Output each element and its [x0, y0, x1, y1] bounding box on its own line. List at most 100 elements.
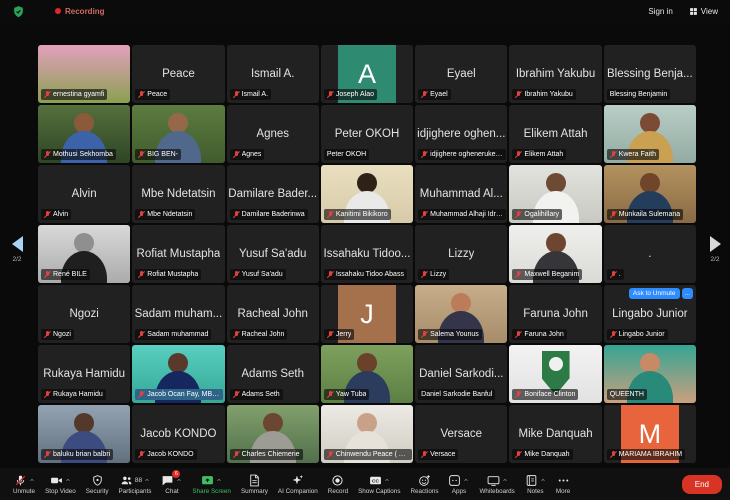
- chevron-up-icon[interactable]: [65, 477, 71, 483]
- chevron-up-icon[interactable]: [29, 477, 35, 483]
- participant-tile[interactable]: VersaceVersace: [415, 405, 507, 463]
- participant-label-text: ernestina gyamfi: [53, 90, 104, 99]
- share-screen-button[interactable]: Share Screen: [192, 473, 231, 495]
- participant-tile[interactable]: Maxwell Beganim: [509, 225, 601, 283]
- participant-tile[interactable]: EyaelEyael: [415, 45, 507, 103]
- participant-tile[interactable]: Rofiat MustaphaRofiat Mustapha: [132, 225, 224, 283]
- participant-tile[interactable]: Charles Chiemerie: [227, 405, 319, 463]
- previous-page-arrow-icon[interactable]: [12, 236, 23, 252]
- participant-tile[interactable]: René BILE: [38, 225, 130, 283]
- participant-tile[interactable]: Sadam muham...Sadam muhammad: [132, 285, 224, 343]
- participant-tile[interactable]: ..: [604, 225, 696, 283]
- participant-label-text: Alvin: [53, 210, 68, 219]
- person-silhouette-head: [357, 173, 377, 193]
- whiteboards-button[interactable]: Whiteboards: [479, 473, 514, 495]
- chevron-up-icon[interactable]: [144, 477, 150, 483]
- participant-label: Yaw Tuba: [324, 389, 370, 400]
- reactions-button[interactable]: Reactions: [410, 473, 438, 495]
- participants-button[interactable]: 88Participants: [119, 473, 152, 495]
- previous-page-control[interactable]: 2/2: [4, 236, 30, 263]
- ai-companion-button[interactable]: AI Companion: [278, 473, 318, 495]
- muted-mic-icon: [610, 330, 617, 339]
- participant-tile[interactable]: QUEENTH: [604, 345, 696, 403]
- security-button[interactable]: Security: [86, 473, 109, 495]
- participant-tile[interactable]: AlvinAlvin: [38, 165, 130, 223]
- participant-label: Lingabo Junior: [607, 329, 668, 340]
- toolbar-item-label: Chat: [165, 488, 178, 495]
- participant-label-text: Rukaya Hamidu: [53, 390, 103, 399]
- chevron-up-icon[interactable]: [176, 477, 182, 483]
- participant-tile[interactable]: Faruna JohnFaruna John: [509, 285, 601, 343]
- participant-tile[interactable]: Kwera Faith: [604, 105, 696, 163]
- chevron-up-icon[interactable]: [540, 477, 546, 483]
- sign-in-button[interactable]: Sign in: [648, 7, 672, 16]
- participant-tile[interactable]: AgnesAgnes: [227, 105, 319, 163]
- participant-tile[interactable]: Chinwendu Peace ( Ak...: [321, 405, 413, 463]
- participant-tile[interactable]: Damilare Bader...Damilare Baderinwa: [227, 165, 319, 223]
- participant-tile[interactable]: Ismail A.Ismail A.: [227, 45, 319, 103]
- participant-tile[interactable]: Elikem AttahElikem Attah: [509, 105, 601, 163]
- participant-tile[interactable]: Jacob Ocan Fay, MBBS: [132, 345, 224, 403]
- participant-tile[interactable]: Mbe NdetatsinMbe Ndetatsin: [132, 165, 224, 223]
- participant-tile[interactable]: Adams SethAdams Seth: [227, 345, 319, 403]
- participant-tile[interactable]: Mike DanquahMike Danquah: [509, 405, 601, 463]
- chevron-up-icon[interactable]: [463, 477, 469, 483]
- participant-tile[interactable]: Ogalihillary: [509, 165, 601, 223]
- participant-tile[interactable]: Blessing Benja...Blessing Benjamin: [604, 45, 696, 103]
- participant-tile[interactable]: Salema Younus: [415, 285, 507, 343]
- end-meeting-button[interactable]: End: [682, 475, 722, 494]
- participant-tile[interactable]: Issahaku Tidoo...Issahaku Tidoo Abass: [321, 225, 413, 283]
- chat-button[interactable]: 6Chat: [161, 473, 182, 495]
- participant-tile[interactable]: JJerry: [321, 285, 413, 343]
- more-button[interactable]: More: [556, 473, 570, 495]
- participant-label-text: Ngozi: [53, 330, 71, 339]
- participant-tile[interactable]: Mothusi Sekhomba: [38, 105, 130, 163]
- view-button[interactable]: View: [689, 7, 718, 16]
- participant-tile[interactable]: Rukaya HamiduRukaya Hamidu: [38, 345, 130, 403]
- notes-button[interactable]: Notes: [525, 473, 546, 495]
- participant-label-text: Maxwell Beganim: [524, 270, 579, 279]
- stop-video-button[interactable]: Stop Video: [45, 473, 76, 495]
- unmute-button[interactable]: Unmute: [13, 473, 35, 495]
- participant-tile[interactable]: Yusuf Sa'aduYusuf Sa'adu: [227, 225, 319, 283]
- participant-tile[interactable]: ernestina gyamfi: [38, 45, 130, 103]
- participant-tile[interactable]: Lingabo JuniorAsk to Unmute...Lingabo Ju…: [604, 285, 696, 343]
- participant-tile[interactable]: Jacob KONDOJacob KONDO: [132, 405, 224, 463]
- next-page-arrow-icon[interactable]: [710, 236, 721, 252]
- muted-mic-icon: [44, 330, 51, 339]
- participant-tile[interactable]: NgoziNgozi: [38, 285, 130, 343]
- participant-tile[interactable]: BIG BEN-: [132, 105, 224, 163]
- record-button[interactable]: Record: [328, 473, 348, 495]
- summary-button[interactable]: Summary: [241, 473, 268, 495]
- participant-tile[interactable]: baluku brian balbri: [38, 405, 130, 463]
- participant-tile[interactable]: PeacePeace: [132, 45, 224, 103]
- participant-tile[interactable]: Peter OKOHPeter OKOH: [321, 105, 413, 163]
- person-silhouette-head: [263, 413, 283, 433]
- participant-tile[interactable]: AJoseph Alao: [321, 45, 413, 103]
- participant-tile[interactable]: Kanitimi Bikikoro: [321, 165, 413, 223]
- ask-to-unmute-button[interactable]: Ask to Unmute: [629, 288, 680, 299]
- chevron-up-icon[interactable]: [502, 477, 508, 483]
- participant-tile[interactable]: LizzyLizzy: [415, 225, 507, 283]
- participant-tile[interactable]: idjighere oghen...idjighere oghenerukevw…: [415, 105, 507, 163]
- participant-name: Damilare Bader...: [228, 188, 317, 200]
- apps-button[interactable]: Apps: [448, 473, 469, 495]
- participant-label-text: Racheal John: [242, 330, 285, 339]
- participant-label: René BILE: [41, 269, 90, 280]
- participant-name: Racheal John: [238, 308, 308, 320]
- chevron-up-icon[interactable]: [384, 477, 390, 483]
- next-page-control[interactable]: 2/2: [702, 236, 728, 263]
- participant-more-button[interactable]: ...: [682, 288, 693, 299]
- participant-tile[interactable]: Racheal John Racheal John: [227, 285, 319, 343]
- chevron-up-icon[interactable]: [216, 477, 222, 483]
- participant-tile[interactable]: Daniel Sarkodi...Daniel Sarkodie Banful: [415, 345, 507, 403]
- participant-tile[interactable]: Boniface Clinton: [509, 345, 601, 403]
- participant-tile[interactable]: Ibrahim YakubuIbrahim Yakubu: [509, 45, 601, 103]
- participant-label-text: Mike Danquah: [524, 450, 569, 459]
- participant-tile[interactable]: Yaw Tuba: [321, 345, 413, 403]
- participant-tile[interactable]: Munkaila Sulemana: [604, 165, 696, 223]
- participant-tile[interactable]: Muhammad Al...Muhammad Alhaji Idriss: [415, 165, 507, 223]
- participant-tile[interactable]: MMARIAMA IBRAHIM: [604, 405, 696, 463]
- muted-mic-icon: [233, 330, 240, 339]
- show-captions-button[interactable]: CCShow Captions: [358, 473, 400, 495]
